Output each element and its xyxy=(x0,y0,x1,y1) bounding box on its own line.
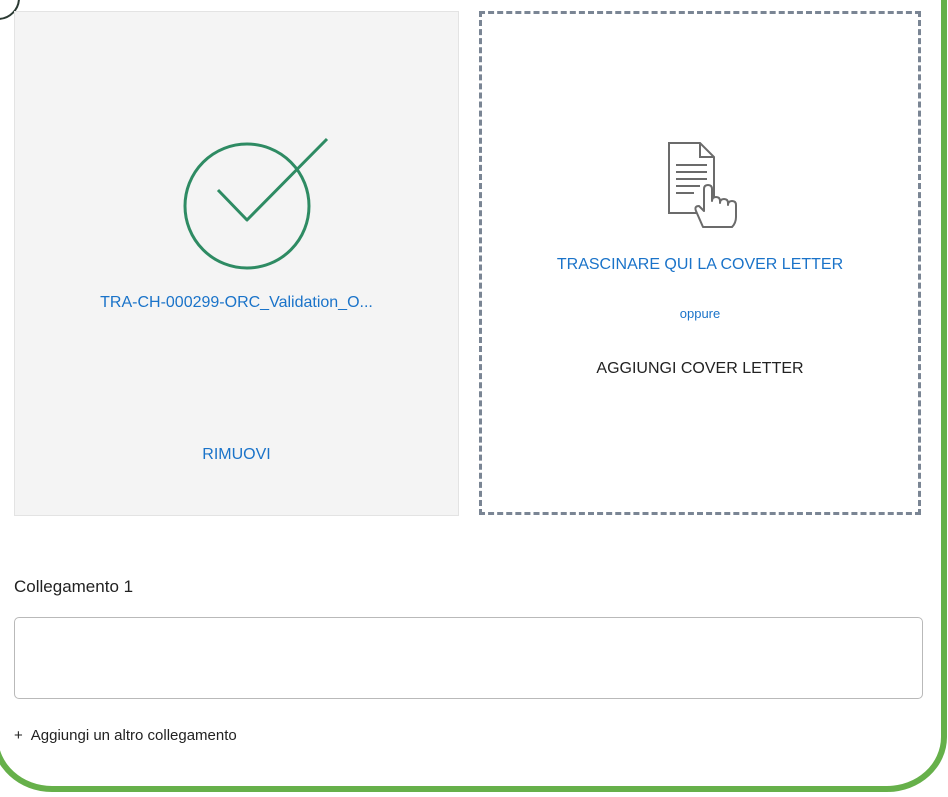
add-another-link-label: Aggiungi un altro collegamento xyxy=(30,727,237,744)
add-cover-letter-button[interactable]: AGGIUNGI COVER LETTER xyxy=(482,360,918,378)
remove-file-button[interactable]: RIMUOVI xyxy=(15,446,458,464)
link-field-label: Collegamento 1 xyxy=(14,577,134,596)
cover-letter-dropzone[interactable]: TRASCINARE QUI LA COVER LETTER oppure AG… xyxy=(479,11,921,515)
uploaded-file-card: TRA-CH-000299-ORC_Validation_O... RIMUOV… xyxy=(14,11,459,516)
or-text: oppure xyxy=(679,306,721,321)
uploaded-file-name[interactable]: TRA-CH-000299-ORC_Validation_O... xyxy=(15,294,458,312)
add-another-link-button[interactable]: + Aggiungi un altro collegamento xyxy=(14,727,237,744)
document-drag-icon xyxy=(668,142,737,228)
plus-icon: + xyxy=(14,727,23,744)
drop-cover-letter-text: TRASCINARE QUI LA COVER LETTER xyxy=(556,256,844,273)
link-input[interactable] xyxy=(14,617,923,699)
check-circle-icon xyxy=(183,137,329,270)
